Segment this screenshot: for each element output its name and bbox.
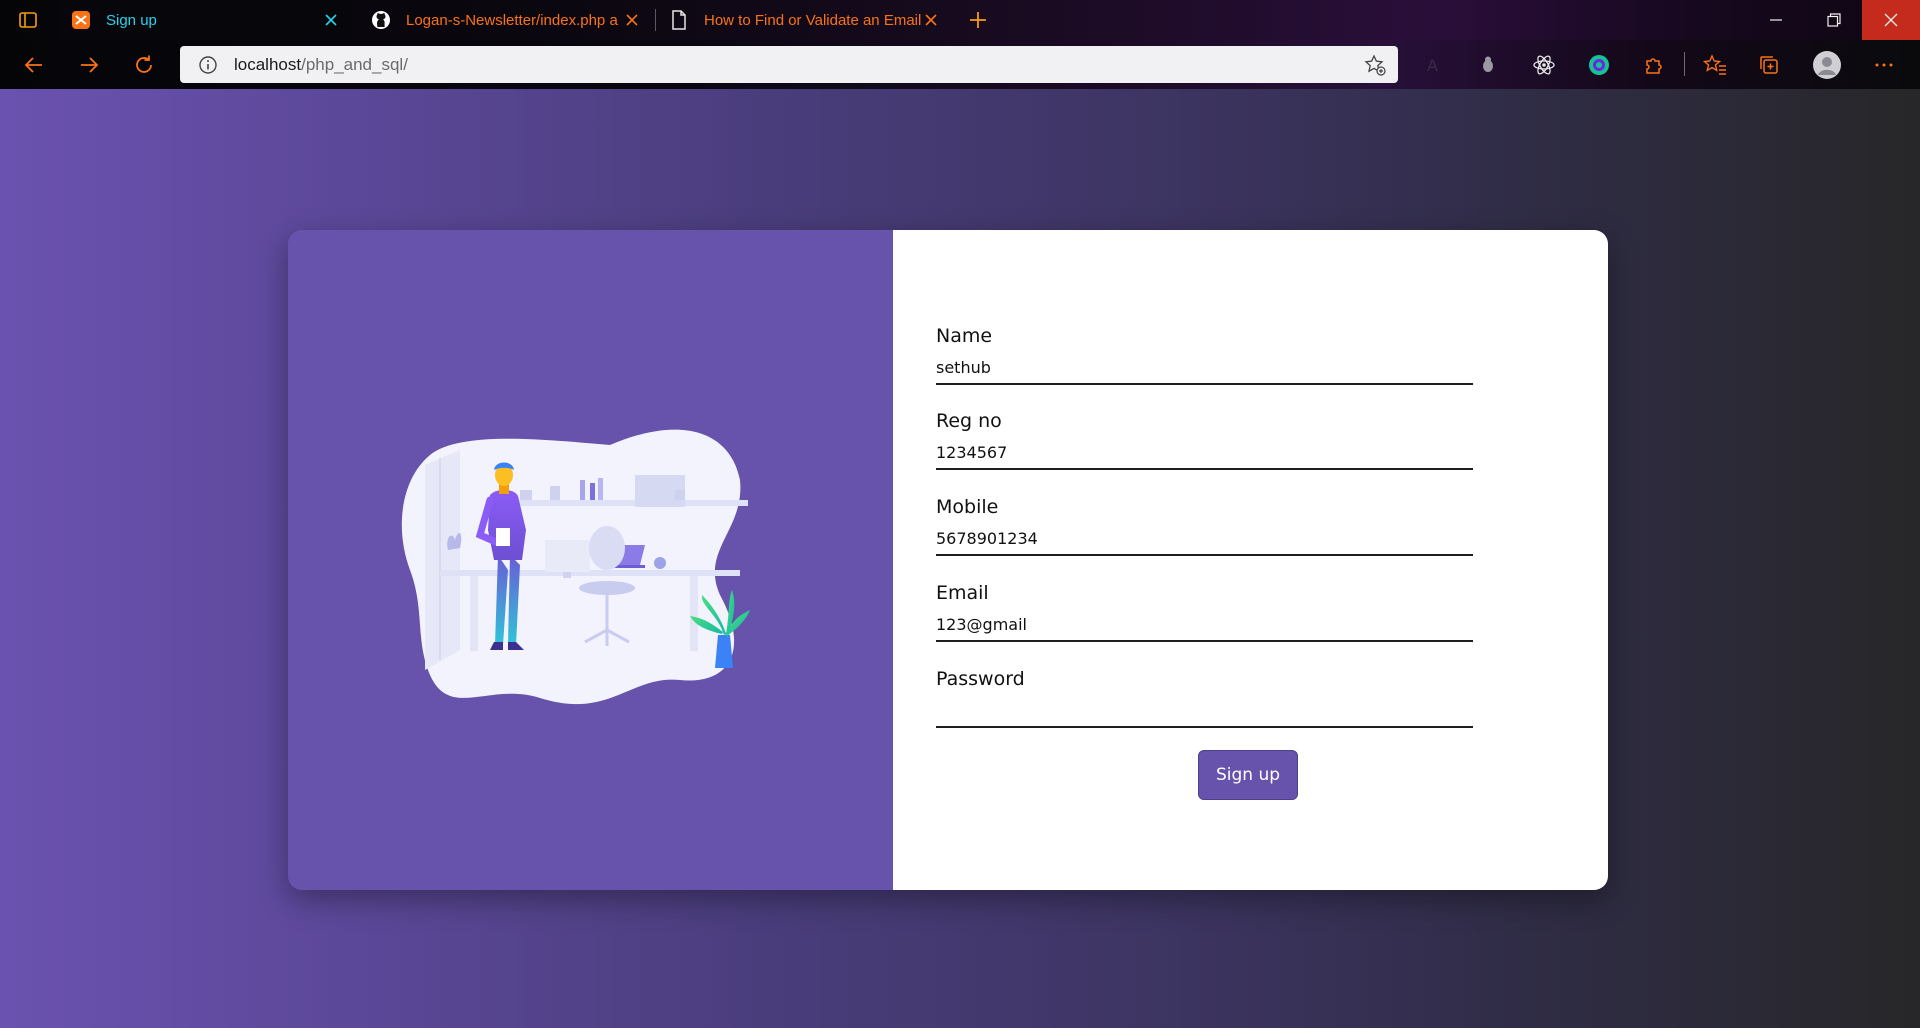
collections-icon[interactable] (1754, 50, 1784, 80)
url-path: /php_and_sql/ (301, 55, 408, 74)
more-options-icon[interactable] (1869, 50, 1899, 80)
svg-text:A: A (1427, 56, 1438, 75)
sidebar-toggle-icon[interactable] (18, 10, 38, 30)
tab-github[interactable]: Logan-s-Newsletter/index.php a (358, 0, 653, 40)
sign-up-button[interactable]: Sign up (1198, 750, 1298, 800)
close-tab-icon[interactable] (623, 11, 641, 29)
new-tab-plus-icon[interactable] (966, 8, 990, 32)
forward-arrow-icon[interactable] (73, 49, 105, 81)
reg-no-field: Reg no (936, 410, 1473, 470)
close-window-icon[interactable] (1862, 0, 1920, 40)
tab-label: How to Find or Validate an Email (704, 11, 922, 29)
mobile-input[interactable] (936, 522, 1473, 556)
tab-label: Sign up (106, 11, 157, 29)
site-info-icon[interactable] (198, 55, 218, 75)
password-input[interactable] (936, 694, 1473, 728)
signup-form-panel: Name Reg no Mobile Email Password (893, 230, 1608, 890)
close-tab-icon[interactable] (922, 11, 940, 29)
name-label: Name (936, 325, 993, 347)
xampp-icon (70, 9, 92, 31)
favorites-icon[interactable] (1700, 50, 1730, 80)
react-devtools-icon[interactable] (1529, 50, 1559, 80)
email-input[interactable] (936, 608, 1473, 642)
address-bar[interactable]: localhost/php_and_sql/ (180, 46, 1398, 83)
refresh-icon[interactable] (128, 49, 160, 81)
read-aloud-icon[interactable]: A (1419, 50, 1449, 80)
browser-titlebar: Sign up Logan-s-Newsletter/index.php a H… (0, 0, 1920, 40)
person-at-desk-illustration (401, 429, 750, 705)
extensions-puzzle-icon[interactable] (1639, 50, 1669, 80)
back-arrow-icon[interactable] (18, 49, 50, 81)
profile-avatar-icon[interactable] (1812, 50, 1842, 80)
name-field: Name (936, 325, 1473, 385)
mobile-field: Mobile (936, 496, 1473, 556)
signup-card: Name Reg no Mobile Email Password (288, 230, 1608, 890)
reg-no-label: Reg no (936, 410, 1002, 432)
tab-label: Logan-s-Newsletter/index.php a (406, 11, 618, 29)
tab-email-validate[interactable]: How to Find or Validate an Email (656, 0, 952, 40)
grammarly-extension-icon[interactable] (1584, 50, 1614, 80)
restore-icon[interactable] (1805, 0, 1863, 40)
email-label: Email (936, 582, 989, 604)
page-icon (668, 9, 690, 31)
bug-extension-icon[interactable] (1473, 50, 1503, 80)
close-tab-icon[interactable] (322, 11, 340, 29)
illustration-panel (288, 230, 893, 890)
minimize-icon[interactable] (1747, 0, 1805, 40)
password-label: Password (936, 668, 1025, 690)
name-input[interactable] (936, 351, 1473, 385)
toolbar-divider (1684, 52, 1685, 76)
add-favorite-icon[interactable] (1364, 54, 1386, 76)
github-icon (370, 9, 392, 31)
page-viewport: Name Reg no Mobile Email Password (0, 89, 1920, 1028)
mobile-label: Mobile (936, 496, 999, 518)
address-url[interactable]: localhost/php_and_sql/ (234, 55, 408, 75)
password-field: Password (936, 668, 1473, 728)
tab-sign-up[interactable]: Sign up (58, 0, 352, 40)
url-host: localhost (234, 55, 302, 74)
email-field: Email (936, 582, 1473, 642)
reg-no-input[interactable] (936, 436, 1473, 470)
